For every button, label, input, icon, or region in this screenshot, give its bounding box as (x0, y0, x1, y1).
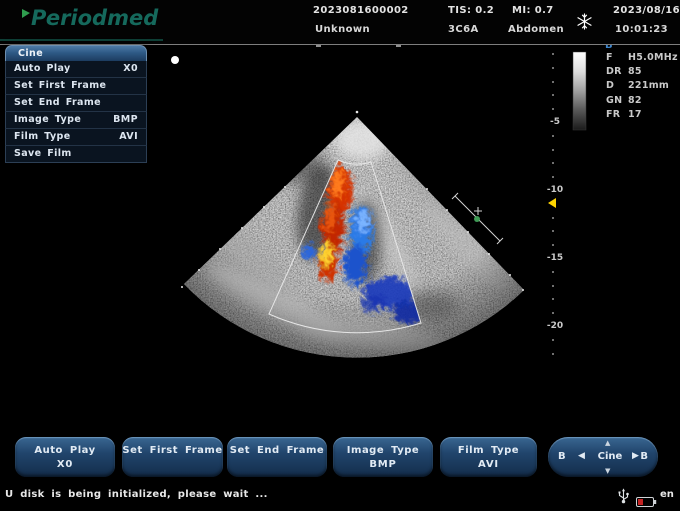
top-bar: Periodmed 2023081600002 TIS: 0.2 MI: 0.7… (0, 0, 680, 45)
exam-preset: Abdomen (508, 24, 564, 35)
softkey-set-first-frame[interactable]: Set First Frame (122, 437, 223, 477)
cine-prev-icon[interactable]: ◀ (578, 451, 585, 461)
probe-name: 3C6A (448, 24, 479, 35)
mode-b-left-button[interactable]: B (558, 451, 566, 462)
ultrasound-app: { "header": { "logo": "Periodmed", "exam… (0, 0, 680, 510)
language-indicator[interactable]: en (660, 489, 674, 500)
param-depth: D221mm (606, 80, 678, 94)
battery-icon (636, 492, 657, 511)
softkey-set-end-frame[interactable]: Set End Frame (227, 437, 327, 477)
focus-marker-icon[interactable] (548, 198, 556, 208)
tis-value: TIS: 0.2 (448, 5, 494, 16)
brand-logo: Periodmed (22, 6, 158, 30)
menu-item-set-first-frame[interactable]: Set First Frame (5, 78, 147, 95)
status-bar: U disk is being initialized, please wait… (0, 483, 680, 510)
logo-underline (0, 39, 163, 41)
depth-label-15: -15 (545, 253, 565, 263)
mode-b-right-button[interactable]: B (640, 451, 648, 462)
menu-item-set-end-frame[interactable]: Set End Frame (5, 95, 147, 112)
date-display: 2023/08/16 (613, 5, 680, 16)
status-message: U disk is being initialized, please wait… (5, 489, 268, 500)
param-gain: GN82 (606, 95, 678, 109)
image-top-tick (316, 45, 321, 47)
depth-label-10: -10 (545, 185, 565, 195)
cine-next-icon[interactable]: ▶ (632, 451, 639, 461)
caliper-point-marker[interactable] (474, 216, 480, 222)
grayscale-bar (573, 52, 586, 130)
param-frame-rate: FR17 (606, 109, 678, 123)
exam-id: 2023081600002 (313, 5, 409, 16)
cine-center-label: Cine (592, 451, 628, 462)
logo-play-icon (22, 9, 30, 18)
param-dynamic-range: DR85 (606, 66, 678, 80)
softkey-auto-play[interactable]: Auto Play X0 (15, 437, 115, 477)
cine-nav-cluster[interactable]: B ◀ Cine ▶ B ▲ ▼ (548, 437, 658, 477)
depth-label-5: -5 (545, 117, 565, 127)
trackball-pointer-dot[interactable] (171, 56, 179, 64)
depth-label-20: -20 (545, 321, 565, 331)
softkey-film-type[interactable]: Film Type AVI (440, 437, 537, 477)
usb-icon (617, 487, 630, 508)
menu-item-auto-play[interactable]: Auto Play X0 (5, 61, 147, 78)
freeze-snowflake-icon (576, 13, 593, 34)
menu-item-film-type[interactable]: Film Type AVI (5, 129, 147, 146)
mi-value: MI: 0.7 (512, 5, 554, 16)
param-frequency: FH5.0MHz (606, 52, 678, 66)
logo-text: Periodmed (31, 6, 158, 30)
cine-context-menu: Cine Auto Play X0 Set First Frame Set En… (5, 45, 147, 163)
menu-item-image-type[interactable]: Image Type BMP (5, 112, 147, 129)
menu-item-save-film[interactable]: Save Film (5, 146, 147, 163)
menu-title: Cine (5, 45, 147, 61)
image-parameters: FH5.0MHz DR85 D221mm GN82 FR17 (606, 52, 678, 123)
cine-up-icon[interactable]: ▲ (605, 439, 610, 447)
image-top-tick (396, 45, 401, 47)
time-display: 10:01:23 (615, 24, 668, 35)
patient-name: Unknown (315, 24, 370, 35)
softkey-image-type[interactable]: Image Type BMP (333, 437, 433, 477)
cine-down-icon[interactable]: ▼ (605, 467, 610, 475)
